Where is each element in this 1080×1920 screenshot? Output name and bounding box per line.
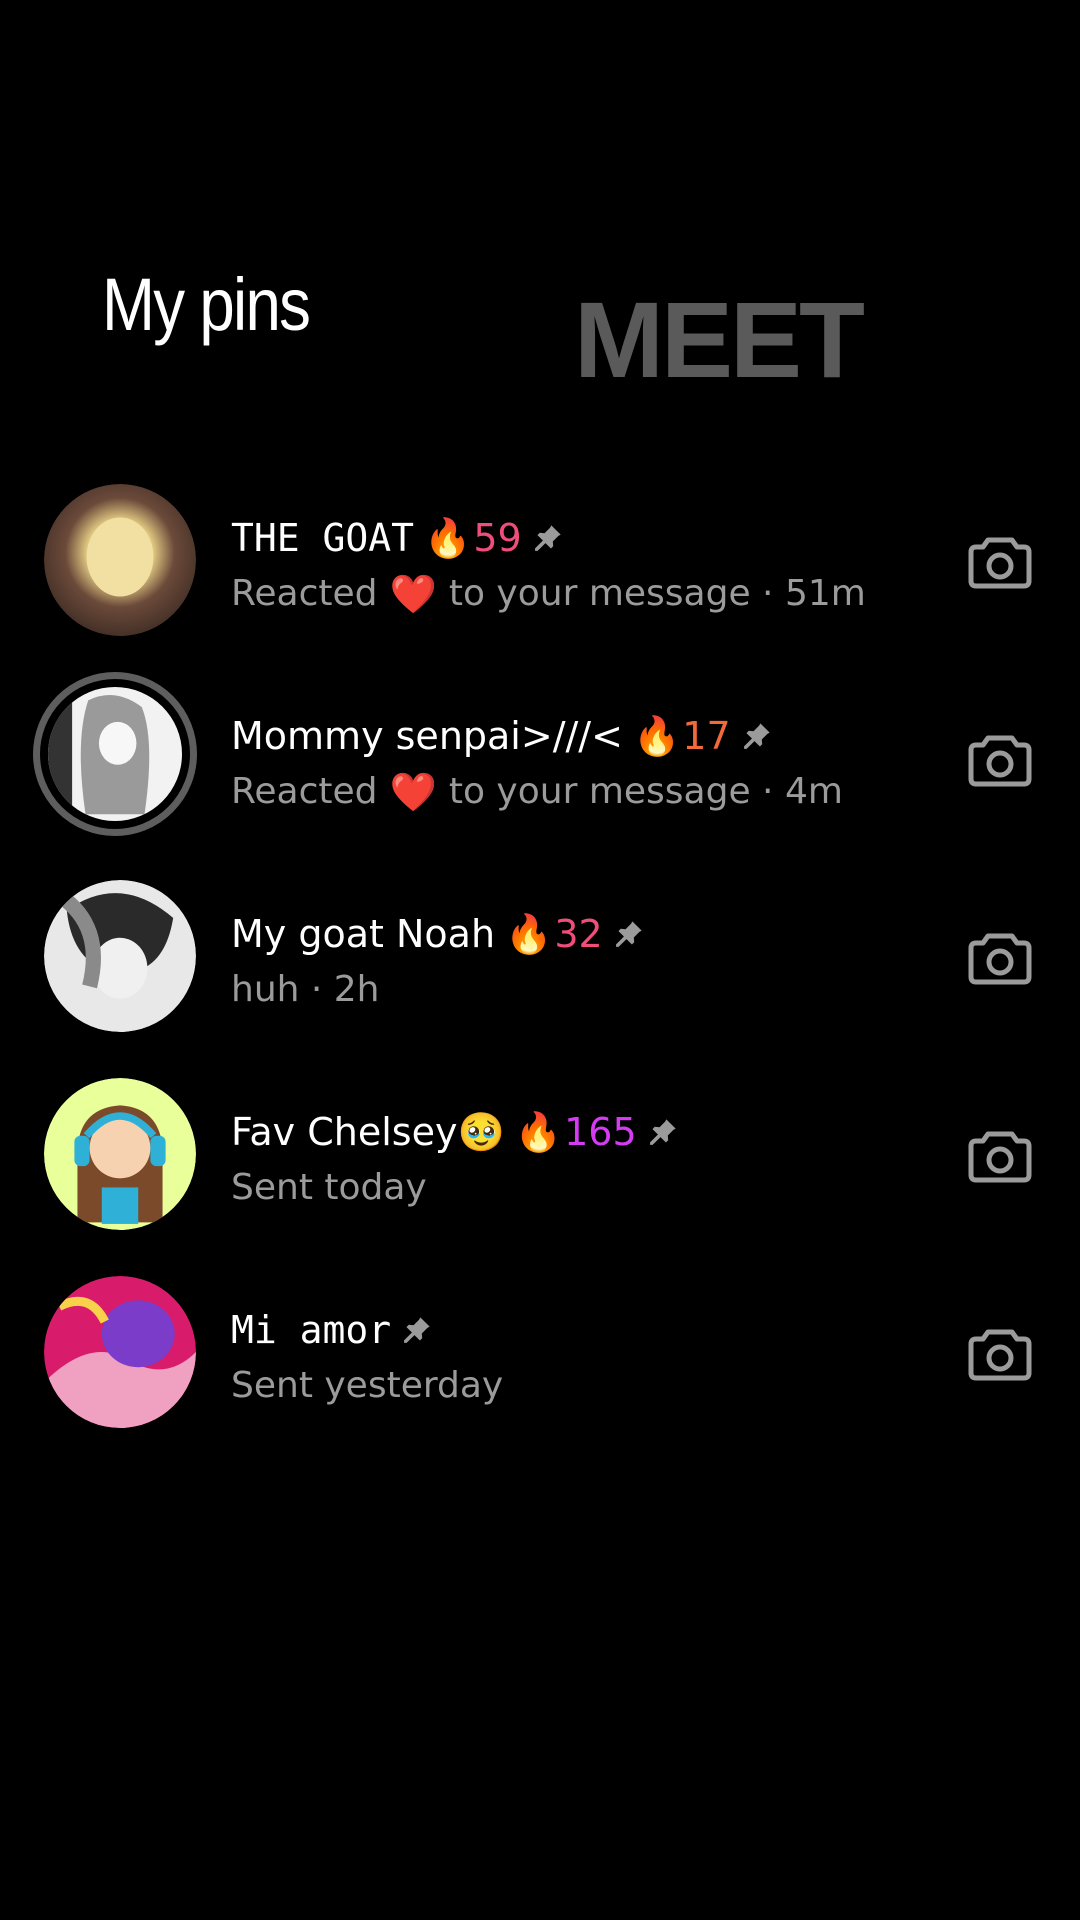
chat-name: Fav Chelsey🥹	[231, 1110, 505, 1154]
chat-status-detail: to your message · 4m	[448, 771, 843, 812]
streak-badge: 🔥 165	[515, 1108, 637, 1156]
chat-row[interactable]: THE GOAT 🔥 59 Reacted ❤️ to your message ·…	[0, 484, 1080, 682]
camera-icon[interactable]	[968, 732, 1032, 788]
avatar[interactable]	[44, 1078, 196, 1230]
chat-title-line: Fav Chelsey🥹 🔥 165	[231, 1108, 679, 1156]
camera-icon[interactable]	[968, 1128, 1032, 1184]
avatar[interactable]	[33, 672, 197, 836]
avatar[interactable]	[44, 484, 196, 636]
avatar[interactable]	[44, 880, 196, 1032]
chat-row[interactable]: Fav Chelsey🥹 🔥 165 Sent today	[0, 1078, 1080, 1276]
chat-row[interactable]: Mommy senpai>///< 🔥 17 Reacted ❤️ to your …	[0, 672, 1080, 880]
chat-title-line: THE GOAT 🔥 59	[231, 514, 564, 562]
streak-badge: 🔥 59	[424, 514, 522, 562]
chat-name: THE GOAT	[231, 516, 415, 560]
chat-row[interactable]: My goat Noah 🔥 32 huh · 2h	[0, 880, 1080, 1078]
chat-name: Mi amor	[231, 1308, 392, 1352]
pin-icon	[741, 720, 773, 752]
pin-icon	[613, 918, 645, 950]
streak-badge: 🔥 17	[633, 712, 731, 760]
avatar[interactable]	[44, 1276, 196, 1428]
streak-count: 32	[554, 912, 603, 956]
heart-icon: ❤️	[389, 770, 437, 814]
chat-status: Reacted	[231, 771, 378, 812]
streak-count: 17	[682, 714, 731, 758]
chat-name: Mommy senpai>///<	[231, 714, 623, 758]
page-title: My pins	[102, 263, 311, 346]
chat-subtitle: Reacted ❤️ to your message · 51m	[231, 570, 866, 618]
flame-icon: 🔥	[632, 714, 681, 758]
camera-icon[interactable]	[968, 1326, 1032, 1382]
chat-subtitle: Sent today	[231, 1164, 427, 1212]
pinned-chat-list: THE GOAT 🔥 59 Reacted ❤️ to your message ·…	[0, 484, 1080, 1474]
camera-icon[interactable]	[968, 930, 1032, 986]
chat-row[interactable]: Mi amor Sent yesterday	[0, 1276, 1080, 1474]
chat-status-detail: to your message · 51m	[448, 573, 866, 614]
flame-icon: 🔥	[514, 1110, 563, 1154]
chat-title-line: My goat Noah 🔥 32	[231, 910, 645, 958]
chat-status: Sent today	[231, 1167, 427, 1208]
pin-icon	[532, 522, 564, 554]
chat-title-line: Mommy senpai>///< 🔥 17	[231, 712, 773, 760]
streak-badge: 🔥 32	[505, 910, 603, 958]
pin-icon	[647, 1116, 679, 1148]
chat-subtitle: Reacted ❤️ to your message · 4m	[231, 768, 843, 816]
streak-count: 59	[473, 516, 522, 560]
chat-name: My goat Noah	[231, 912, 496, 956]
chat-status: Sent yesterday	[231, 1365, 504, 1406]
camera-icon[interactable]	[968, 534, 1032, 590]
header: My pins MEET	[0, 0, 1080, 420]
chat-subtitle: huh · 2h	[231, 966, 380, 1014]
streak-count: 165	[564, 1110, 637, 1154]
brand-logo[interactable]: MEET	[574, 286, 865, 394]
chat-status: Reacted	[231, 573, 378, 614]
chat-status: huh · 2h	[231, 969, 380, 1010]
pin-icon	[401, 1314, 433, 1346]
heart-icon: ❤️	[389, 572, 437, 616]
flame-icon: 🔥	[505, 912, 553, 956]
chat-subtitle: Sent yesterday	[231, 1362, 503, 1410]
flame-icon: 🔥	[424, 516, 472, 560]
chat-title-line: Mi amor	[231, 1306, 433, 1354]
